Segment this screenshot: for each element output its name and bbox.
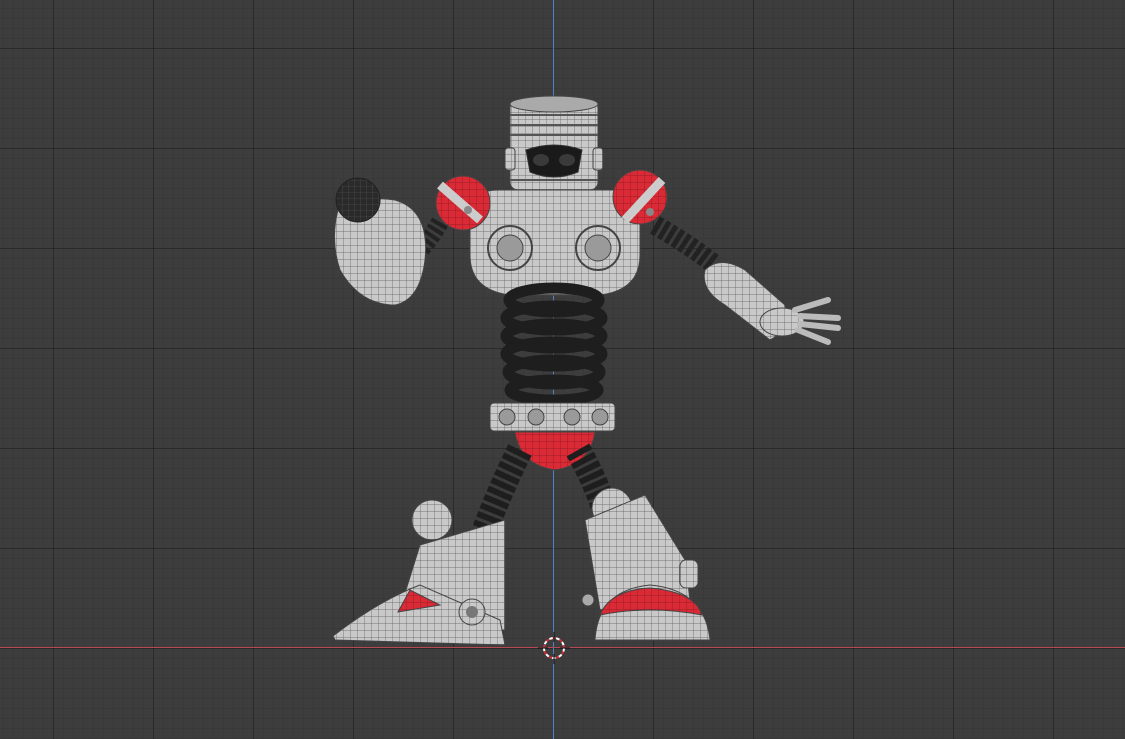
left-arm	[334, 177, 448, 306]
left-shoulder	[435, 175, 491, 231]
robot-model[interactable]	[0, 0, 1125, 739]
right-shoulder	[612, 169, 668, 225]
waist-spring	[500, 282, 608, 406]
right-arm	[650, 216, 841, 345]
belt	[489, 402, 616, 432]
right-boot	[581, 487, 711, 641]
robot-head	[504, 95, 604, 191]
left-leg-spring	[472, 444, 532, 535]
3d-cursor-icon[interactable]	[538, 632, 570, 664]
3d-viewport[interactable]	[0, 0, 1125, 739]
